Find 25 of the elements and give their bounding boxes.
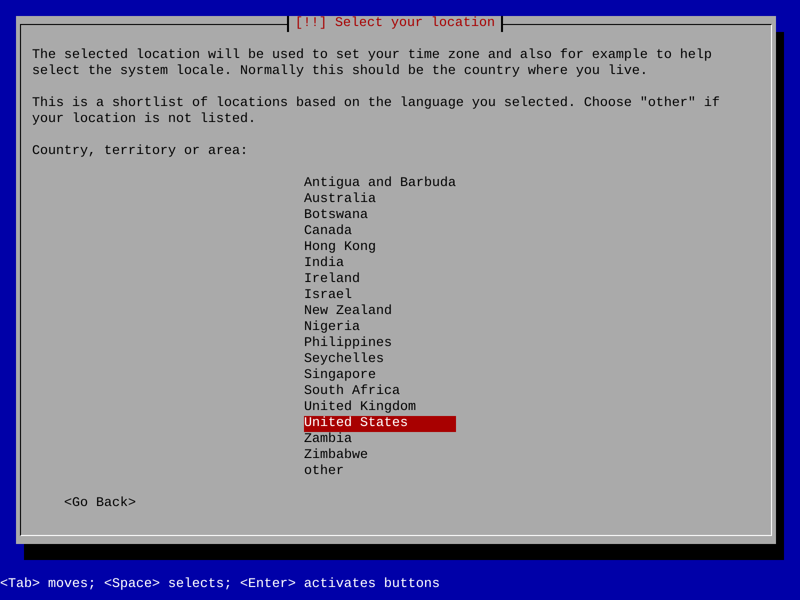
country-option[interactable]: India (304, 256, 456, 272)
country-option[interactable]: New Zealand (304, 304, 456, 320)
country-option[interactable]: Seychelles (304, 352, 456, 368)
country-option[interactable]: Israel (304, 288, 456, 304)
country-option[interactable]: Australia (304, 192, 456, 208)
status-bar-text: <Tab> moves; <Space> selects; <Enter> activates buttons (0, 577, 441, 593)
country-option[interactable]: Botswana (304, 208, 456, 224)
country-option[interactable]: Ireland (304, 272, 456, 288)
country-option[interactable]: Singapore (304, 368, 456, 384)
country-option[interactable]: Antigua and Barbuda (304, 176, 456, 192)
description-text: This is a shortlist of locations based on the language you selected. Choose "other" if your location is not listed. (32, 96, 721, 128)
country-option[interactable]: Canada (304, 224, 456, 240)
country-option[interactable]: United States (304, 416, 456, 432)
list-label: Country, territory or area: (32, 144, 249, 160)
country-option[interactable]: Nigeria (304, 320, 456, 336)
country-option[interactable]: Zimbabwe (304, 448, 456, 464)
dialog-title: [!!] Select your location (287, 16, 503, 32)
country-option[interactable]: Zambia (304, 432, 456, 448)
country-option[interactable]: South Africa (304, 384, 456, 400)
description-text: The selected location will be used to set your time zone and also for example to help select the system locale. Normally this should be the country where you live. (32, 48, 713, 80)
country-option[interactable]: Philippines (304, 336, 456, 352)
country-option[interactable]: other (304, 464, 456, 480)
country-option[interactable]: United Kingdom (304, 400, 456, 416)
country-option[interactable]: Hong Kong (304, 240, 456, 256)
go-back-button[interactable]: <Go Back> (64, 496, 136, 511)
